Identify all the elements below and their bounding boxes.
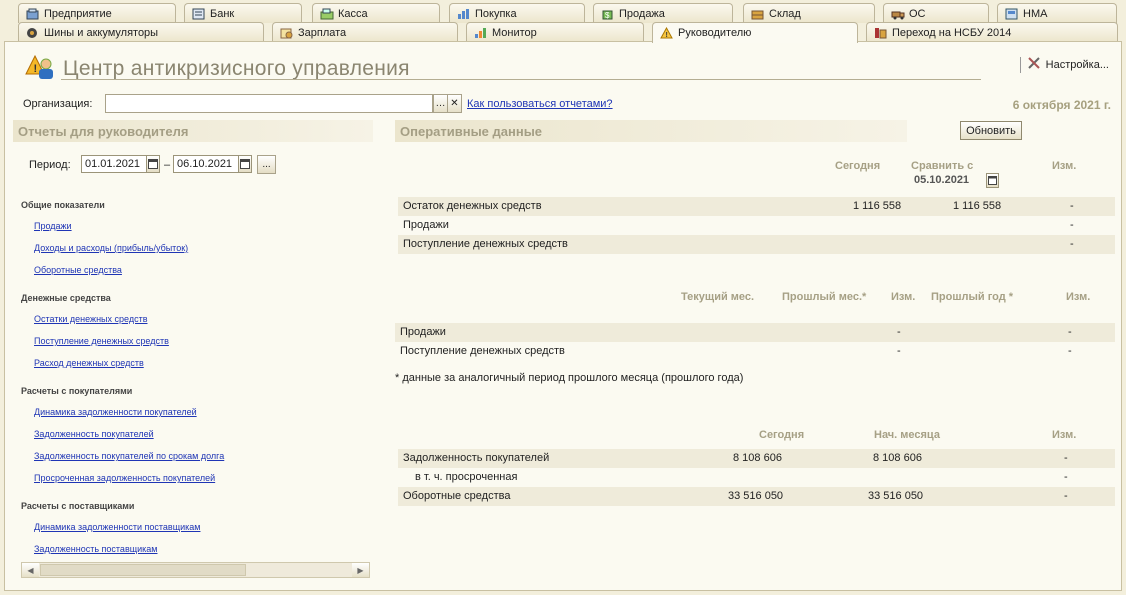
period-label: Период:: [29, 159, 71, 171]
cash-icon: [319, 7, 334, 20]
tab-purchase[interactable]: Покупка: [449, 3, 585, 23]
organization-clear-button[interactable]: ✕: [447, 94, 462, 113]
tab-tires[interactable]: Шины и аккумуляторы: [18, 22, 264, 42]
svg-text:!: !: [666, 32, 668, 39]
warehouse-icon: [750, 7, 765, 20]
col-change-1: Изм.: [891, 291, 916, 303]
transition-icon: [873, 26, 888, 39]
report-link-customer-debt-aging[interactable]: Задолженность покупателей по срокам долг…: [34, 451, 224, 461]
table-row: Остаток денежных средств 1 116 558 1 116…: [398, 197, 1115, 216]
tab-sales[interactable]: $ Продажа: [593, 3, 733, 23]
tab-intangibles[interactable]: НМА: [997, 3, 1117, 23]
crisis-manager-icon: !: [25, 54, 55, 83]
page-title: Центр антикризисного управления: [63, 56, 410, 80]
organization-select-button[interactable]: …: [433, 94, 448, 113]
scroll-thumb[interactable]: [40, 564, 246, 576]
intangibles-icon: [1004, 7, 1019, 20]
calendar-icon[interactable]: [986, 173, 999, 188]
report-link-supplier-debt[interactable]: Задолженность поставщикам: [34, 544, 157, 554]
svg-text:!: !: [34, 63, 38, 75]
period-from-input[interactable]: 01.01.2021: [81, 155, 147, 173]
group-cash: Денежные средства: [21, 293, 111, 303]
separator: [1019, 56, 1021, 73]
table-row: Поступление денежных средств - -: [400, 345, 1072, 357]
refresh-button[interactable]: Обновить: [960, 121, 1022, 140]
tab-nsbu-transition[interactable]: Переход на НСБУ 2014: [866, 22, 1118, 42]
bank-icon: [191, 7, 206, 20]
tab-enterprise[interactable]: Предприятие: [18, 3, 176, 23]
tabs-row-top: Предприятие Банк Касса Покупка $ Продажа…: [0, 3, 1126, 23]
report-link-supplier-debt-dynamics[interactable]: Динамика задолженности поставщикам: [34, 522, 200, 532]
tab-bank[interactable]: Банк: [184, 3, 302, 23]
report-link-customer-overdue[interactable]: Просроченная задолженность покупателей: [34, 473, 215, 483]
organization-label: Организация:: [23, 98, 93, 110]
report-link-customer-debt[interactable]: Задолженность покупателей: [34, 429, 154, 439]
group-customers: Расчеты с покупателями: [21, 386, 133, 396]
tire-icon: [25, 26, 40, 39]
table-row: Оборотные средства 33 516 050 33 516 050…: [398, 487, 1115, 506]
help-link[interactable]: Как пользоваться отчетами?: [467, 98, 613, 110]
table-row: Продажи - -: [395, 323, 1115, 342]
organization-field[interactable]: [105, 94, 433, 113]
group-general: Общие показатели: [21, 200, 105, 210]
col-today: Сегодня: [759, 429, 805, 441]
compare-date[interactable]: 05.10.2021: [914, 174, 969, 186]
sales-icon: $: [600, 7, 615, 20]
period-to-input[interactable]: 06.10.2021: [173, 155, 239, 173]
col-today: Сегодня: [835, 160, 881, 172]
truck-icon: [890, 7, 905, 20]
warning-icon: !: [659, 27, 674, 40]
table-row: Задолженность покупателей 8 108 606 8 10…: [398, 449, 1115, 468]
horizontal-scrollbar[interactable]: ◀ ▶: [21, 562, 370, 578]
report-link-customer-debt-dynamics[interactable]: Динамика задолженности покупателей: [34, 407, 197, 417]
col-change-2: Изм.: [1066, 291, 1091, 303]
report-link-income-expenses[interactable]: Доходы и расходы (прибыль/убыток): [34, 243, 188, 253]
scroll-left-icon[interactable]: ◀: [22, 563, 39, 577]
col-month-start: Нач. месяца: [874, 429, 940, 441]
scroll-right-icon[interactable]: ▶: [352, 563, 369, 577]
svg-text:$: $: [605, 11, 610, 20]
reports-section-title: Отчеты для руководителя: [13, 120, 373, 142]
settings-button[interactable]: Настройка...: [1019, 56, 1109, 73]
calendar-icon[interactable]: [238, 155, 252, 173]
purchase-icon: [456, 7, 471, 20]
tools-icon: [1027, 56, 1043, 73]
col-previous-year: Прошлый год *: [931, 291, 1014, 303]
operational-data-title: Оперативные данные: [395, 120, 907, 142]
report-link-cash-outflow[interactable]: Расход денежных средств: [34, 358, 144, 368]
manager-panel: ! Центр антикризисного управления Настро…: [4, 41, 1122, 591]
report-link-working-capital[interactable]: Оборотные средства: [34, 265, 122, 275]
tab-monitor[interactable]: Монитор: [466, 22, 644, 42]
report-link-cash-receipts[interactable]: Поступление денежных средств: [34, 336, 169, 346]
table-row: Продажи -: [403, 219, 1074, 231]
col-previous-month: Прошлый мес.*: [782, 291, 867, 303]
period-select-button[interactable]: ...: [257, 155, 276, 174]
monitor-icon: [473, 26, 488, 39]
tab-fixed-assets[interactable]: ОС: [883, 3, 989, 23]
current-date: 6 октября 2021 г.: [1012, 98, 1111, 112]
col-change: Изм.: [1052, 160, 1077, 172]
salary-icon: [279, 26, 294, 39]
footnote: * данные за аналогичный период прошлого …: [395, 372, 744, 384]
group-suppliers: Расчеты с поставщиками: [21, 501, 135, 511]
table-row: в т. ч. просроченная -: [415, 471, 1068, 483]
tab-warehouse[interactable]: Склад: [743, 3, 875, 23]
title-underline: [61, 79, 981, 80]
col-compare: Сравнить с: [911, 160, 974, 172]
col-current-month: Текущий мес.: [681, 291, 755, 303]
tab-cash[interactable]: Касса: [312, 3, 440, 23]
col-change: Изм.: [1052, 429, 1077, 441]
tab-manager[interactable]: ! Руководителю: [652, 22, 858, 43]
tabs-row-bottom: Шины и аккумуляторы Зарплата Монитор ! Р…: [0, 22, 1126, 43]
enterprise-icon: [25, 7, 40, 20]
report-link-cash-balances[interactable]: Остатки денежных средств: [34, 314, 147, 324]
calendar-icon[interactable]: [146, 155, 160, 173]
period-dash: –: [164, 159, 171, 171]
report-link-sales[interactable]: Продажи: [34, 221, 72, 231]
table-row: Поступление денежных средств -: [398, 235, 1115, 254]
tab-salary[interactable]: Зарплата: [272, 22, 458, 42]
